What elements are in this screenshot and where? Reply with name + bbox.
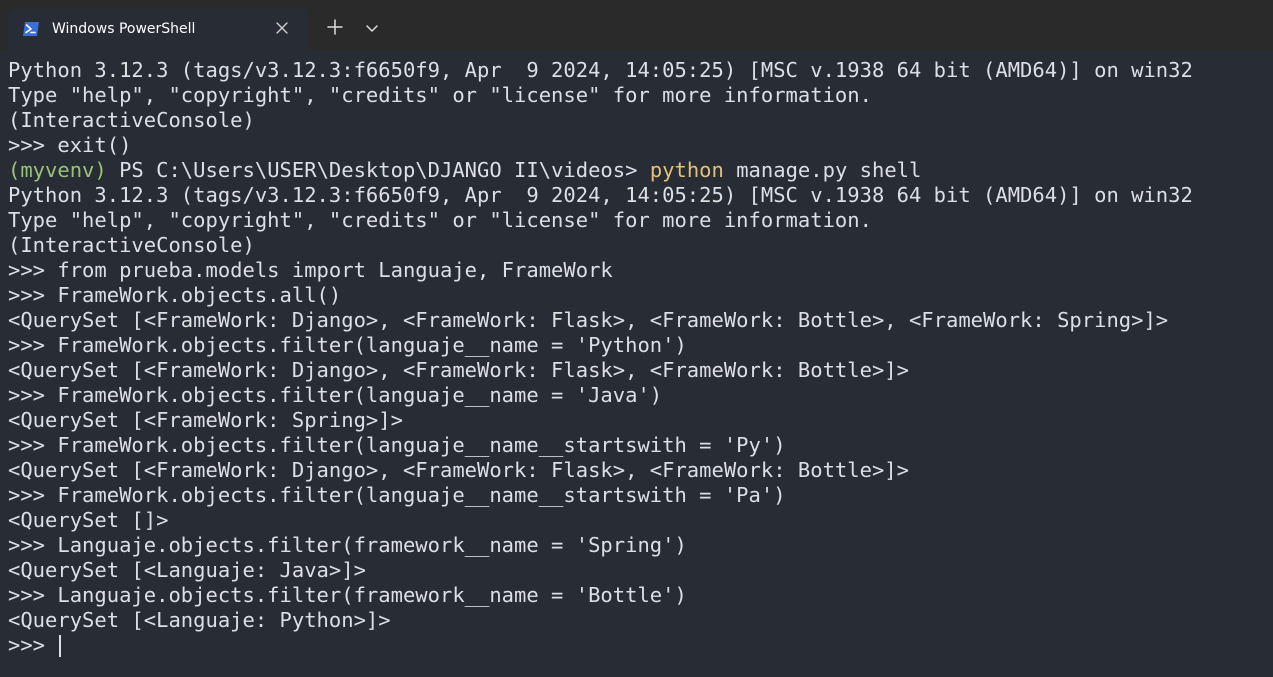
output-line: <QuerySet [<Languaje: Java>]> [8, 558, 366, 582]
output-line: <QuerySet [<FrameWork: Spring>]> [8, 408, 403, 432]
powershell-icon [22, 20, 40, 38]
text-cursor [59, 635, 62, 657]
close-icon[interactable] [274, 20, 290, 36]
python-prompt: >>> [8, 633, 58, 657]
title-bar: Windows PowerShell [0, 0, 1273, 50]
output-line: >>> from prueba.models import Languaje, … [8, 258, 613, 282]
chevron-down-icon[interactable] [362, 18, 382, 38]
plus-icon[interactable] [324, 16, 346, 38]
output-line: >>> FrameWork.objects.all() [8, 283, 342, 307]
output-line: Type "help", "copyright", "credits" or "… [8, 83, 872, 107]
output-line: >>> Languaje.objects.filter(framework__n… [8, 583, 687, 607]
output-line: >>> Languaje.objects.filter(framework__n… [8, 533, 687, 557]
output-line: (InteractiveConsole) [8, 233, 255, 257]
output-line: Python 3.12.3 (tags/v3.12.3:f6650f9, Apr… [8, 183, 1193, 207]
output-line: >>> exit() [8, 133, 132, 157]
tab-title: Windows PowerShell [52, 21, 196, 37]
output-line: (InteractiveConsole) [8, 108, 255, 132]
output-line: Type "help", "copyright", "credits" or "… [8, 208, 872, 232]
command-args: manage.py shell [723, 158, 922, 182]
output-line: >>> FrameWork.objects.filter(languaje__n… [8, 383, 663, 407]
venv-indicator: (myvenv) [8, 158, 107, 182]
powershell-prompt-line: (myvenv) PS C:\Users\USER\Desktop\DJANGO… [8, 158, 1273, 183]
terminal-window: Windows PowerShell Python 3.12.3 (tags/v… [0, 0, 1273, 677]
output-line: >>> FrameWork.objects.filter(languaje__n… [8, 433, 786, 457]
output-line: <QuerySet [<FrameWork: Django>, <FrameWo… [8, 308, 1169, 332]
tab-windows-powershell[interactable]: Windows PowerShell [8, 8, 308, 50]
output-line: <QuerySet [<FrameWork: Django>, <FrameWo… [8, 358, 909, 382]
input-prompt-line[interactable]: >>> [8, 633, 1273, 658]
output-line: <QuerySet [<FrameWork: Django>, <FrameWo… [8, 458, 909, 482]
output-line: >>> FrameWork.objects.filter(languaje__n… [8, 483, 786, 507]
output-line: <QuerySet [<Languaje: Python>]> [8, 608, 391, 632]
command-name: python [649, 158, 724, 182]
output-line: >>> FrameWork.objects.filter(languaje__n… [8, 333, 687, 357]
terminal-output[interactable]: Python 3.12.3 (tags/v3.12.3:f6650f9, Apr… [8, 58, 1273, 677]
output-line: <QuerySet []> [8, 508, 169, 532]
output-line: Python 3.12.3 (tags/v3.12.3:f6650f9, Apr… [8, 58, 1193, 82]
prompt-path: PS C:\Users\USER\Desktop\DJANGO II\video… [106, 158, 650, 182]
